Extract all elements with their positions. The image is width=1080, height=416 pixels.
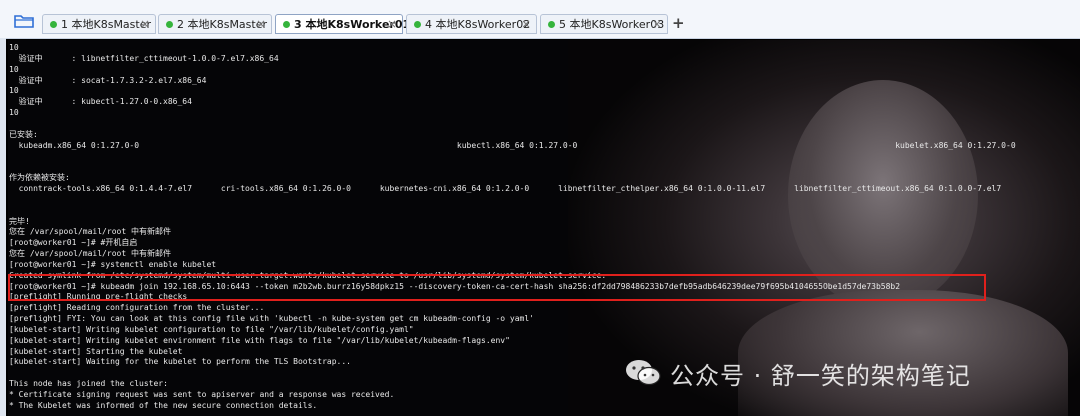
terminal-line: 10 [9, 108, 19, 118]
terminal-line: 验证中 : kubectl-1.27.0-0.x86_64 [9, 97, 192, 107]
terminal-line: * Certificate signing request was sent t… [9, 390, 395, 399]
terminal-line: * The Kubelet was informed of the new se… [9, 400, 318, 410]
tab-bar: 1 本地K8sMaster × 2 本地K8sMaster × 3 本地K8sW… [0, 0, 1080, 39]
tab-label: 5 本地K8sWorker03 [559, 18, 665, 31]
terminal-line: 10 [9, 86, 19, 96]
terminal-line: 已安装: [9, 129, 38, 139]
terminal-line: [root@worker01 ~]# #开机自启 [9, 238, 138, 248]
status-dot-icon [166, 21, 173, 28]
tab-4[interactable]: 4 本地K8sWorker02 × [406, 14, 537, 34]
folder-icon[interactable] [14, 14, 34, 28]
close-icon[interactable]: × [652, 16, 662, 32]
terminal-line: [preflight] Reading configuration from t… [9, 303, 265, 313]
side-edge [0, 38, 6, 416]
tab-label: 2 本地K8sMaster [177, 18, 268, 31]
close-icon[interactable]: × [387, 16, 397, 32]
terminal-line: 完毕! [9, 216, 30, 226]
tab-1[interactable]: 1 本地K8sMaster × [42, 14, 156, 34]
tab-3[interactable]: 3 本地K8sWorker01 × [275, 14, 410, 34]
terminal-line: conntrack-tools.x86_64 0:1.4.4-7.el7 cri… [9, 183, 1002, 193]
new-tab-button[interactable]: + [672, 15, 685, 31]
status-dot-icon [414, 21, 421, 28]
close-icon[interactable]: × [140, 16, 150, 32]
terminal-line: 10 [9, 64, 19, 74]
terminal-line: [preflight] FYI: You can look at this co… [9, 314, 534, 324]
terminal-line: 您在 /var/spool/mail/root 中有新邮件 [9, 227, 171, 237]
terminal-line: 您在 /var/spool/mail/root 中有新邮件 [9, 249, 171, 259]
status-dot-icon [50, 21, 57, 28]
wechat-icon [626, 360, 661, 386]
watermark: 公众号 · 舒一笑的架构笔记 [624, 356, 971, 390]
tab-label: 1 本地K8sMaster [61, 18, 152, 31]
terminal-line: 验证中 : socat-1.7.3.2-2.el7.x86_64 [9, 75, 207, 85]
terminal-line: [root@worker01 ~]# systemctl enable kube… [9, 259, 217, 269]
tab-2[interactable]: 2 本地K8sMaster × [158, 14, 272, 34]
watermark-text: 公众号 · 舒一笑的架构笔记 [670, 361, 971, 390]
status-dot-icon [548, 21, 555, 28]
terminal-line: [kubelet-start] Writing kubelet environm… [9, 335, 510, 345]
close-icon[interactable]: × [256, 16, 266, 32]
terminal-line: [kubelet-start] Writing kubelet configur… [9, 324, 414, 334]
highlight-box [8, 274, 986, 301]
terminal-line: 作为依赖被安装: [9, 173, 70, 183]
status-dot-icon [283, 21, 290, 28]
tab-5[interactable]: 5 本地K8sWorker03 × [540, 14, 668, 34]
terminal-line: kubeadm.x86_64 0:1.27.0-0 kubectl.x86_64… [9, 140, 1016, 150]
tab-label: 4 本地K8sWorker02 [425, 18, 531, 31]
close-icon[interactable]: × [521, 16, 531, 32]
terminal-line: 验证中 : libnetfilter_cttimeout-1.0.0-7.el7… [9, 53, 279, 63]
terminal-line: 10 [9, 43, 19, 52]
